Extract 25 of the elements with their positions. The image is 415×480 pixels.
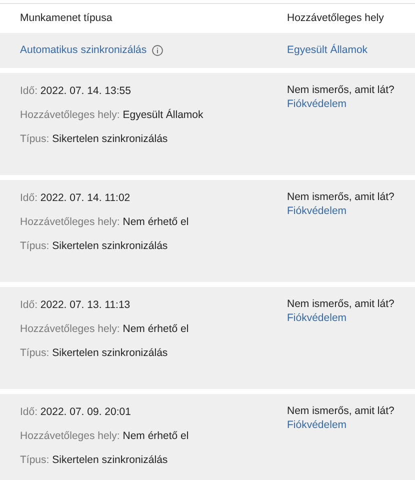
detail-text: Hozzávetőleges hely: Nem érhető el [20, 215, 190, 230]
info-icon[interactable] [152, 45, 163, 56]
question-text: Nem ismerős, amit lát? [287, 83, 394, 97]
question-text: Nem ismerős, amit lát? [287, 297, 394, 311]
detail-text: Típus: Sikertelen szinkronizálás [20, 239, 169, 254]
detail-text: Hozzávetőleges hely: Nem érhető el [20, 322, 190, 337]
detail-text: Idő: 2022. 07. 14. 11:02 [20, 191, 132, 206]
account-protection-link[interactable]: Fiókvédelem [287, 204, 347, 218]
session-type-link[interactable]: Automatikus szinkronizálás [20, 42, 147, 58]
account-protection-link[interactable]: Fiókvédelem [287, 418, 347, 432]
detail-text: Típus: Sikertelen szinkronizálás [20, 132, 169, 147]
question-text: Nem ismerős, amit lát? [287, 190, 394, 204]
detail-text: Típus: Sikertelen szinkronizálás [20, 346, 169, 361]
detail-text: Hozzávetőleges hely: Nem érhető el [20, 429, 190, 444]
location-link[interactable]: Egyesült Államok [287, 44, 368, 56]
detail-text: Hozzávetőleges hely: Egyesült Államok [20, 108, 204, 123]
column-header: Munkamenet típusa [20, 12, 112, 24]
question-text: Nem ismerős, amit lát? [287, 404, 394, 418]
column-header: Hozzávetőleges hely [287, 12, 384, 24]
detail-text: Idő: 2022. 07. 14. 13:55 [20, 84, 132, 99]
account-protection-link[interactable]: Fiókvédelem [287, 311, 347, 325]
detail-text: Típus: Sikertelen szinkronizálás [20, 453, 169, 468]
detail-text: Idő: 2022. 07. 13. 11:13 [20, 298, 132, 313]
account-protection-link[interactable]: Fiókvédelem [287, 97, 347, 111]
detail-text: Idő: 2022. 07. 09. 20:01 [20, 405, 132, 420]
